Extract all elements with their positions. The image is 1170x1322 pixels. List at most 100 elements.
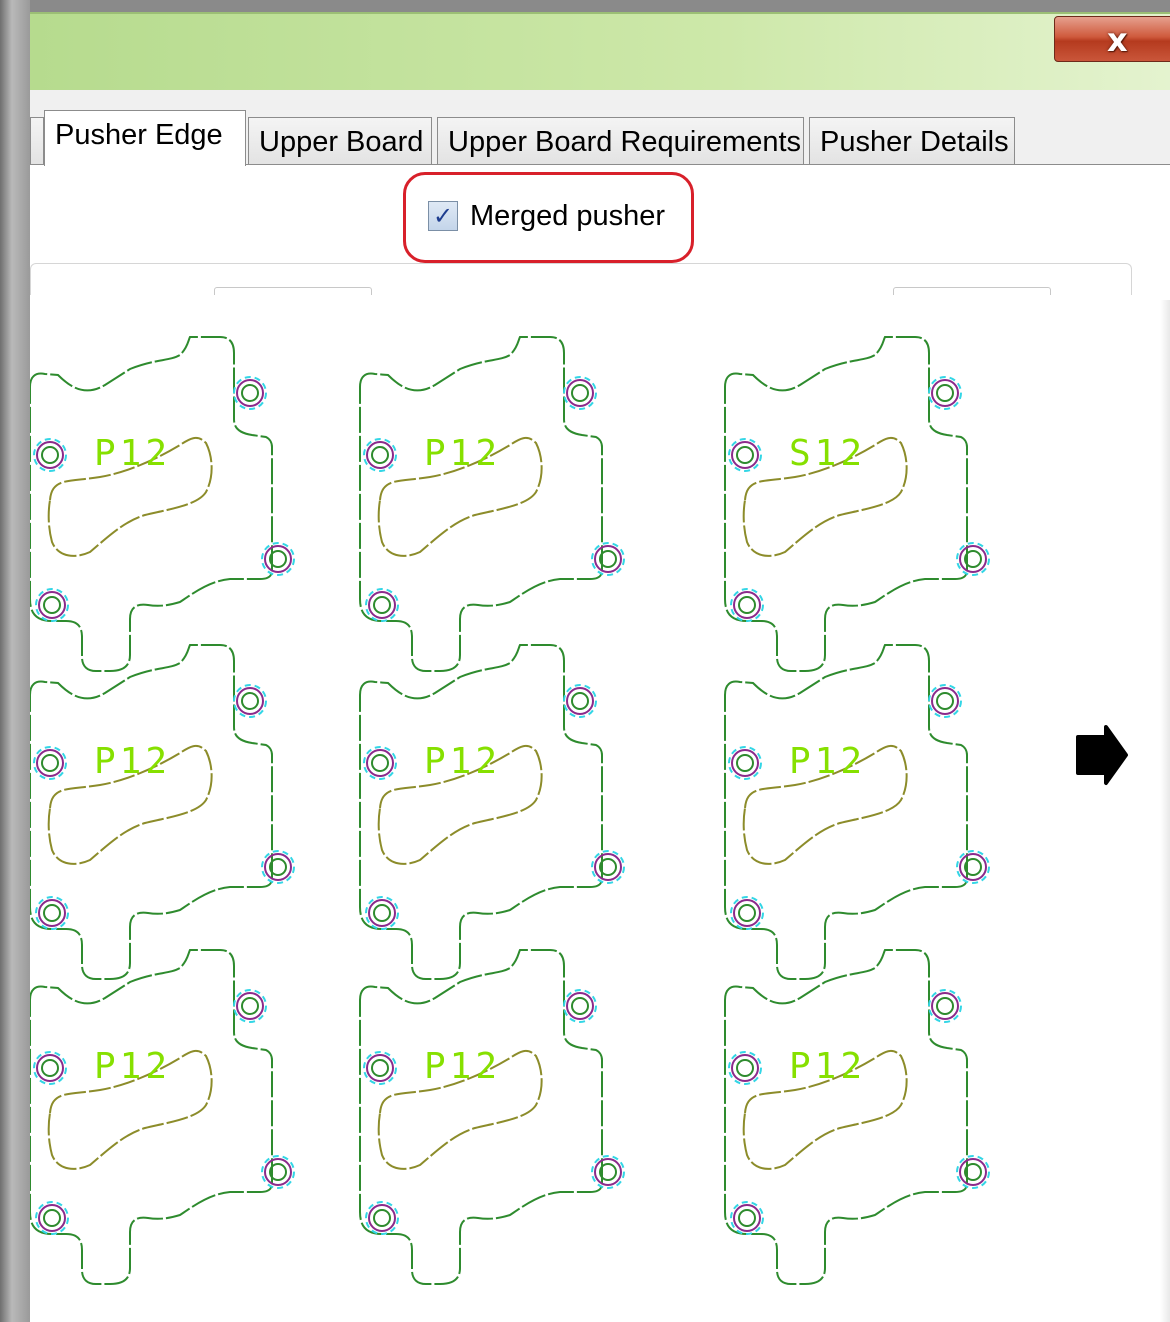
hole-inner bbox=[736, 1059, 754, 1077]
hole-outer bbox=[563, 684, 597, 718]
part-outline bbox=[359, 336, 603, 672]
hole-outer bbox=[728, 1051, 762, 1085]
cad-drawing: P12 P12 S12 P12 P12 P12 P12 P12 P12 bbox=[30, 336, 1128, 1285]
hole-outer bbox=[363, 1051, 397, 1085]
hole-outer bbox=[233, 989, 267, 1023]
hole-ring bbox=[731, 749, 759, 777]
hole-ring bbox=[731, 1054, 759, 1082]
part-label: P12 bbox=[789, 1046, 866, 1087]
hole-ring bbox=[236, 687, 264, 715]
hole-inner bbox=[738, 596, 756, 614]
hole-outer bbox=[261, 1155, 295, 1189]
hole-ring bbox=[368, 1204, 396, 1232]
hole-outer bbox=[591, 542, 625, 576]
window-right-shadow bbox=[1160, 300, 1170, 1322]
hole-ring bbox=[731, 441, 759, 469]
tab-upper-board[interactable]: Upper Board bbox=[248, 117, 432, 164]
hole-outer bbox=[563, 376, 597, 410]
part-outline bbox=[359, 644, 603, 980]
hole-inner bbox=[241, 997, 259, 1015]
pusher-part[interactable]: P12 bbox=[359, 644, 625, 980]
hole-ring bbox=[368, 591, 396, 619]
hole-inner bbox=[936, 997, 954, 1015]
hole-ring bbox=[594, 853, 622, 881]
highlight-annotation bbox=[403, 172, 694, 263]
hole-ring bbox=[264, 545, 292, 573]
hole-ring bbox=[959, 1158, 987, 1186]
hole-inner bbox=[936, 384, 954, 402]
hole-ring bbox=[366, 441, 394, 469]
hole-outer bbox=[261, 542, 295, 576]
hole-inner bbox=[41, 754, 59, 772]
hole-outer bbox=[365, 896, 399, 930]
hole-outer bbox=[365, 1201, 399, 1235]
pusher-part[interactable]: P12 bbox=[724, 949, 990, 1285]
hole-ring bbox=[36, 441, 64, 469]
hole-ring bbox=[38, 1204, 66, 1232]
tab-hidden-left[interactable] bbox=[30, 117, 44, 164]
part-outline bbox=[30, 644, 273, 980]
hole-ring bbox=[264, 1158, 292, 1186]
hole-ring bbox=[594, 1158, 622, 1186]
part-outline bbox=[30, 336, 273, 672]
close-button[interactable]: x bbox=[1054, 16, 1170, 62]
cad-canvas[interactable]: P12 P12 S12 P12 P12 P12 P12 P12 P12 bbox=[30, 295, 1170, 1322]
tab-label: Pusher Details bbox=[820, 126, 1009, 158]
part-label: P12 bbox=[424, 1046, 501, 1087]
hole-outer bbox=[591, 1155, 625, 1189]
hole-ring bbox=[733, 899, 761, 927]
hole-ring bbox=[733, 1204, 761, 1232]
hole-ring bbox=[959, 545, 987, 573]
hole-outer bbox=[233, 684, 267, 718]
hole-outer bbox=[33, 746, 67, 780]
hole-inner bbox=[43, 596, 61, 614]
title-bar[interactable] bbox=[30, 12, 1170, 92]
hole-outer bbox=[365, 588, 399, 622]
window-left-border bbox=[0, 0, 30, 1322]
hole-ring bbox=[368, 899, 396, 927]
pusher-part[interactable]: P12 bbox=[359, 949, 625, 1285]
close-icon: x bbox=[1107, 21, 1128, 59]
pusher-part[interactable]: P12 bbox=[724, 644, 990, 980]
hole-inner bbox=[371, 446, 389, 464]
hole-ring bbox=[38, 899, 66, 927]
hole-inner bbox=[41, 446, 59, 464]
hole-ring bbox=[36, 1054, 64, 1082]
hole-outer bbox=[730, 588, 764, 622]
hole-outer bbox=[591, 850, 625, 884]
hole-inner bbox=[738, 1209, 756, 1227]
tab-upper-board-requirements[interactable]: Upper Board Requirements bbox=[437, 117, 804, 164]
hole-inner bbox=[373, 1209, 391, 1227]
hole-ring bbox=[236, 992, 264, 1020]
pusher-part[interactable]: P12 bbox=[359, 336, 625, 672]
hole-ring bbox=[566, 992, 594, 1020]
part-label: P12 bbox=[94, 741, 171, 782]
tab-pusher-details[interactable]: Pusher Details bbox=[809, 117, 1015, 164]
hole-ring bbox=[959, 853, 987, 881]
part-outline bbox=[724, 336, 968, 672]
tab-pusher-edge[interactable]: Pusher Edge bbox=[44, 110, 246, 166]
hole-outer bbox=[35, 896, 69, 930]
hole-ring bbox=[264, 853, 292, 881]
hole-inner bbox=[736, 446, 754, 464]
hole-ring bbox=[38, 591, 66, 619]
hole-outer bbox=[728, 746, 762, 780]
pusher-part[interactable]: P12 bbox=[30, 644, 295, 980]
pusher-part[interactable]: P12 bbox=[30, 336, 295, 672]
hole-inner bbox=[241, 692, 259, 710]
hole-outer bbox=[233, 376, 267, 410]
hole-outer bbox=[35, 588, 69, 622]
hole-outer bbox=[730, 1201, 764, 1235]
hole-outer bbox=[928, 684, 962, 718]
hole-inner bbox=[241, 384, 259, 402]
tab-label: Pusher Edge bbox=[55, 119, 223, 151]
hole-outer bbox=[956, 850, 990, 884]
hole-inner bbox=[936, 692, 954, 710]
pusher-part[interactable]: P12 bbox=[30, 949, 295, 1285]
hole-ring bbox=[733, 591, 761, 619]
pusher-part[interactable]: S12 bbox=[724, 336, 990, 672]
hole-inner bbox=[738, 904, 756, 922]
right-arrow-icon bbox=[1076, 725, 1128, 785]
hole-ring bbox=[366, 1054, 394, 1082]
hole-outer bbox=[928, 376, 962, 410]
